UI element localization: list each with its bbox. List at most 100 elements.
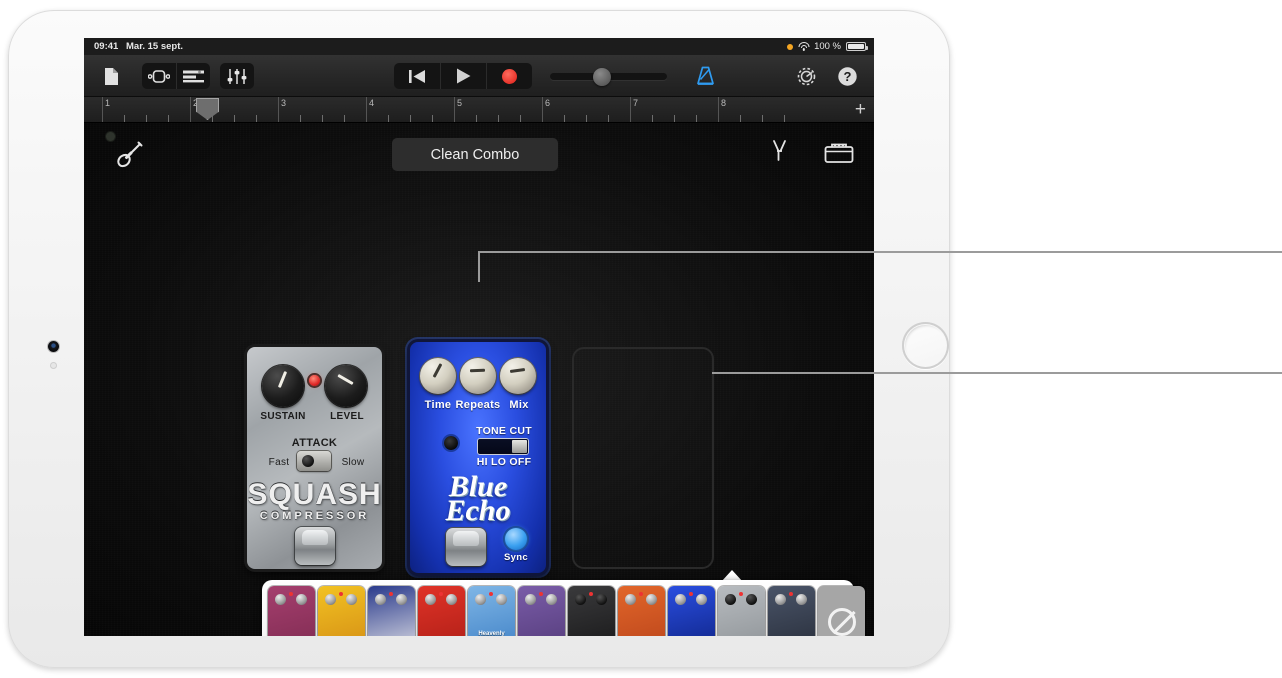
ruler-beat-tick [608,115,609,122]
view-toggle-segment[interactable] [142,63,210,89]
ruler-beat-tick [520,115,521,122]
tray-pedal-blue-echo[interactable]: Blue Echo [668,586,715,636]
ruler-bar-tick [454,97,455,122]
ruler-beat-tick [564,115,565,122]
ruler-beat-tick [410,115,411,122]
tray-pedal-knob [675,594,686,605]
tray-pedal-knob [596,594,607,605]
tray-pedal-the-vibe[interactable]: the Vibe [568,586,615,636]
home-button[interactable] [902,322,949,369]
tray-pedal-retro-flanger[interactable]: Retro Flanger [518,586,565,636]
slider-knob[interactable] [593,67,611,86]
tray-pedal-knob [696,594,707,605]
transport-controls [394,63,532,89]
svg-text:?: ? [843,69,851,84]
metronome-icon[interactable] [692,63,718,89]
status-bar-time: 09:41 [94,41,119,52]
tracks-view-icon[interactable] [176,63,210,89]
pedal-blue-echo[interactable]: Time Repeats Mix TONE CUT HI LO OFF Blue… [410,342,546,573]
ruler-beat-tick [168,115,169,122]
pedal-browser-tray[interactable]: Phase TripperVintage DriveHI-DRIVEFUZZ M… [262,580,865,636]
tray-pedal-led [339,592,343,596]
mixer-icon[interactable] [220,63,254,89]
tray-pedal-heavenly-chorus[interactable]: Heavenly Chorus [468,586,515,636]
sync-button[interactable] [505,528,527,550]
ruler-beat-tick [432,115,433,122]
knob-mix[interactable] [500,358,536,394]
ruler-bar-tick [278,97,279,122]
ruler-bar-tick [630,97,631,122]
ruler-beat-tick [652,115,653,122]
tray-pedal-knob [396,594,407,605]
add-section-button[interactable]: + [855,100,866,119]
ruler-bar-tick [542,97,543,122]
master-volume-slider[interactable] [550,67,667,86]
instrument-view-icon[interactable] [142,63,176,89]
tray-pedal-hi-drive[interactable]: HI-DRIVE [368,586,415,636]
tray-pedal-knob [325,594,336,605]
ruler-beat-tick [740,115,741,122]
tray-pedal-led [589,592,593,596]
help-icon[interactable]: ? [834,63,860,89]
tray-pedal-knob [425,594,436,605]
document-icon[interactable] [98,63,124,89]
ruler-beat-tick [674,115,675,122]
switch-attack[interactable] [297,451,331,471]
label-level: LEVEL [330,411,364,422]
ruler-beat-tick [300,115,301,122]
tray-pedal-squash-compressor[interactable]: SQUASH [718,586,765,636]
knob-sustain[interactable] [262,365,304,407]
label-sync: Sync [504,552,528,563]
tray-pedal-vintage-drive[interactable]: Vintage Drive [318,586,365,636]
record-button[interactable] [486,63,532,89]
callout-knob-line-horizontal [478,251,1282,253]
ruler-bar-tick [718,97,719,122]
tray-pedal-noise-gate[interactable] [768,586,815,636]
ruler-beat-tick [498,115,499,122]
wifi-icon [798,42,810,51]
status-bar: 09:41 Mar. 15 sept. 100 % [84,38,874,55]
knob-level[interactable] [325,365,367,407]
empty-pedal-slot[interactable] [572,347,714,569]
amp-case-icon[interactable] [824,140,854,169]
timeline-ruler[interactable]: 12345678 + [84,97,874,123]
ruler-bar-label: 1 [105,98,111,108]
battery-percent-label: 100 % [814,41,841,52]
tray-pedal-phase-tripper[interactable]: Phase Tripper [268,586,315,636]
tuning-fork-icon[interactable] [768,139,792,170]
tray-pedal-knob [796,594,807,605]
ruler-beat-tick [234,115,235,122]
label-attack: ATTACK [291,437,338,449]
ruler-beat-tick [344,115,345,122]
board-right-icons [768,139,854,170]
ambient-light-sensor-icon [50,362,57,369]
play-button[interactable] [440,63,486,89]
patch-name-button[interactable]: Clean Combo [392,138,558,171]
status-bar-date: Mar. 15 sept. [126,41,184,52]
tray-pedal-knob [746,594,757,605]
screenshot-root: 09:41 Mar. 15 sept. 100 % ? 1 2 3 4 5 6 … [0,0,1282,678]
knob-time[interactable] [420,358,456,394]
tray-pedal-knob [546,594,557,605]
tray-pedal-label: Heavenly Chorus [478,631,505,636]
playhead[interactable] [196,98,219,120]
tray-pedal-none[interactable] [818,586,865,636]
squash-wordmark: SQUASH [247,478,382,511]
tray-pedal-fuzz-machine[interactable]: FUZZ MACHINE [418,586,465,636]
no-pedal-icon [827,608,856,636]
recording-indicator-icon [787,43,794,50]
tray-pedal-knob [296,594,307,605]
footswitch-squash[interactable] [295,527,335,565]
rewind-button[interactable] [394,63,440,89]
tray-pedal-led [289,592,293,596]
tray-pedal-auto-funk[interactable]: AUTO FUNK [618,586,665,636]
footswitch-blue-echo[interactable] [446,528,486,566]
pedal-squash-compressor[interactable]: SUSTAIN LEVEL ATTACK Fast Slow SQUASH CO… [247,347,382,569]
tray-pedal-knob [475,594,486,605]
gear-icon[interactable] [793,63,819,89]
knob-repeats[interactable] [460,358,496,394]
switch-tone-cut[interactable] [478,439,528,454]
tray-pedal-led [539,592,543,596]
ruler-beat-tick [146,115,147,122]
guitar-cable-icon[interactable] [114,141,144,171]
